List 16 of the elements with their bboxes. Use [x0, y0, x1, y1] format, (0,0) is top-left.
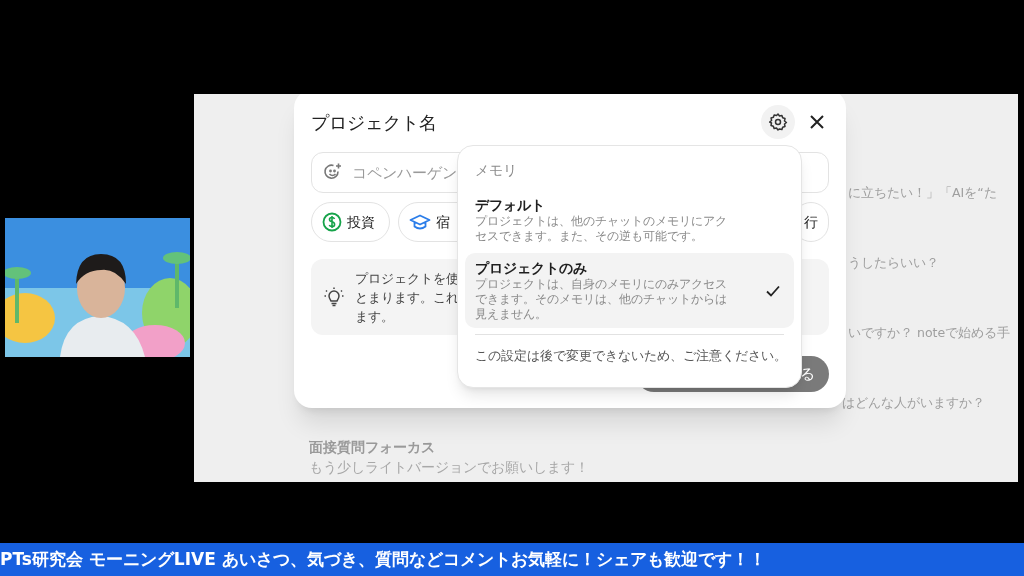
tip-text: ます。	[355, 307, 395, 326]
menu-note: この設定は後で変更できないため、ご注意ください。	[474, 347, 788, 365]
dialog-title: プロジェクト名	[311, 110, 438, 135]
option-title: デフォルト	[475, 196, 546, 214]
chat-title: はどんな人がいますか？	[842, 396, 986, 410]
ticker-text: PTs研究会 モーニングLIVE あいさつ、気づき、質問などコメントお気軽に！シェアも歓迎です！！	[0, 547, 766, 571]
menu-header: メモリ	[474, 161, 518, 180]
card-title: 面接質問フォーカス	[309, 438, 436, 456]
chat-title: いですか？ noteで始める手	[848, 326, 1012, 340]
option-title: プロジェクトのみ	[475, 259, 588, 277]
option-description: プロジェクトは、自身のメモリにのみアクセスできます。そのメモリは、他のチャットからは見えません。	[475, 277, 728, 322]
tip-text: プロジェクトを使	[355, 269, 459, 288]
tip-text: とまります。これ	[355, 288, 459, 307]
chat-title: に立ちたい！」「AIを“た	[848, 186, 998, 200]
option-description: プロジェクトは、他のチャットのメモリにアクセスできます。また、その逆も可能です。	[475, 214, 728, 244]
chat-title: うしたらいい？	[848, 256, 940, 270]
